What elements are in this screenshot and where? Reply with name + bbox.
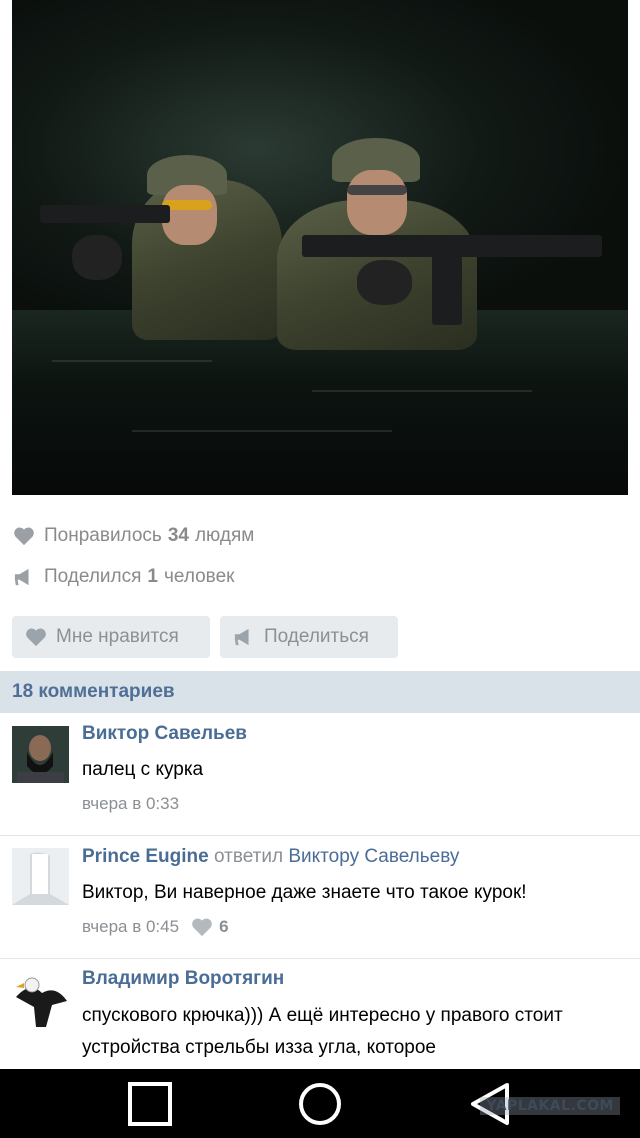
shares-suffix: человек — [163, 566, 235, 587]
comment-time: вчера в 0:45 — [82, 917, 180, 936]
avatar[interactable] — [12, 726, 69, 783]
comments-count-header: 18 комментариев — [0, 671, 640, 713]
comment-author-line: Владимир Воротягин — [82, 968, 284, 990]
comment-text: спускового крючка))) А ещё интересно у п… — [82, 1005, 563, 1058]
comment-like-count: 6 — [219, 917, 229, 936]
share-button-label: Поделиться — [264, 626, 369, 647]
face-left — [162, 185, 217, 245]
comment-timestamp: вчера в 0:45 6 — [82, 917, 229, 937]
comment-like-button[interactable]: 6 — [191, 917, 229, 937]
like-button[interactable]: Мне нравится — [12, 616, 210, 658]
comment-item: Владимир Воротягин спускового крючка))) … — [0, 959, 640, 1069]
ripple — [52, 360, 212, 362]
heart-icon — [24, 625, 48, 649]
glasses-right — [347, 185, 407, 195]
square-icon — [128, 1081, 172, 1126]
comment-author-name[interactable]: Владимир Воротягин — [82, 968, 284, 989]
megaphone-icon — [12, 565, 36, 589]
comment-author-name[interactable]: Prince Eugine — [82, 846, 209, 867]
megaphone-icon — [232, 625, 256, 649]
glove-left — [72, 235, 122, 280]
heart-icon — [12, 524, 36, 548]
recent-apps-button[interactable] — [100, 1069, 200, 1138]
likes-prefix: Понравилось — [44, 525, 162, 546]
comment-item: Prince Eugine ответил Виктору Савельеву … — [0, 836, 640, 959]
comment-item: Виктор Савельев палец с курка вчера в 0:… — [0, 713, 640, 836]
comment-author-line: Prince Eugine ответил Виктору Савельеву — [82, 846, 459, 868]
like-button-label: Мне нравится — [56, 626, 179, 647]
likes-summary[interactable]: Понравилось 34 людям — [12, 522, 254, 550]
comment-text: палец с курка — [82, 759, 204, 780]
shares-summary[interactable]: Поделился 1 человек — [12, 563, 234, 591]
face-right — [347, 170, 407, 235]
comment-text: Виктор, Ви наверное даже знаете что тако… — [82, 882, 527, 903]
watermark: YAPLAKAL.COM — [480, 1097, 620, 1115]
comment-author-name[interactable]: Виктор Савельев — [82, 723, 247, 744]
shares-count: 1 — [147, 566, 158, 587]
comment-time: вчера в 0:33 — [82, 794, 180, 813]
share-button[interactable]: Поделиться — [220, 616, 398, 658]
avatar[interactable] — [12, 971, 69, 1028]
glove-right — [357, 260, 412, 305]
rifle-left — [40, 205, 170, 223]
avatar[interactable] — [12, 848, 69, 905]
likes-suffix: людям — [194, 525, 255, 546]
comment-timestamp: вчера в 0:33 — [82, 794, 179, 814]
circle-icon — [299, 1082, 341, 1125]
reply-target-link[interactable]: Виктору Савельеву — [288, 846, 459, 867]
reply-word: ответил — [213, 846, 284, 867]
comment-author-line: Виктор Савельев — [82, 723, 247, 745]
home-button[interactable] — [270, 1069, 370, 1138]
ripple — [132, 430, 392, 432]
rifle-right — [302, 235, 602, 257]
ripple — [312, 390, 532, 392]
heart-icon — [192, 918, 212, 937]
rifle-magazine — [432, 255, 462, 325]
likes-count: 34 — [167, 525, 189, 546]
post-photo[interactable] — [12, 0, 628, 495]
shares-prefix: Поделился — [44, 566, 142, 587]
